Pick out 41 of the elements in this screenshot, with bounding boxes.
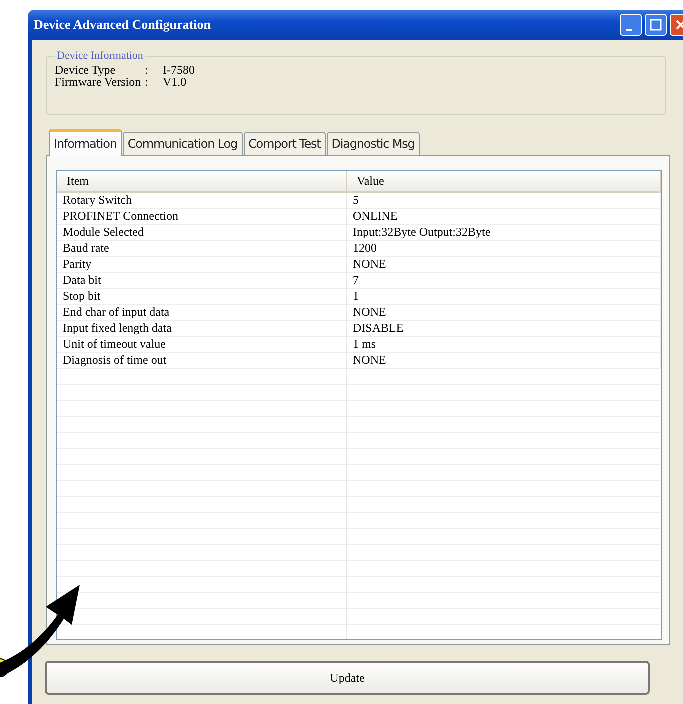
table-cell: Diagnosis of time out [57,353,347,368]
maximize-icon [650,19,662,31]
group-title: Device Information [56,50,144,62]
table-cell: Module Selected [57,225,347,240]
table-cell: Input fixed length data [57,321,347,336]
table-cell: 1200 [347,241,661,256]
table-cell: Rotary Switch [57,193,347,208]
table-cell: Stop bit [57,289,347,304]
table-cell: 7 [347,273,661,288]
field-label: Device Type [55,64,117,76]
field-value: I-7580 [163,64,196,76]
table-cell: NONE [347,305,661,320]
column-header[interactable]: Value [347,171,661,191]
tab[interactable]: Comport Test [244,132,326,156]
tab[interactable]: Information [49,129,122,156]
field-separator: : [145,76,150,88]
table-cell: Unit of timeout value [57,337,347,352]
column-header[interactable]: Item [57,171,347,191]
table-cell: Data bit [57,273,347,288]
field-value: V1.0 [163,76,188,88]
maximize-button[interactable] [645,14,667,36]
table-cell: Baud rate [57,241,347,256]
table-cell: Parity [57,257,347,272]
minimize-button[interactable] [620,14,642,36]
table-cell: 1 [347,289,661,304]
field-label: Firmware Version [55,76,142,88]
table-cell: ONLINE [347,209,661,224]
window-title: Device Advanced Configuration [34,17,211,33]
table-cell: End char of input data [57,305,347,320]
minimize-icon [626,29,632,31]
field-separator: : [145,64,150,76]
table-cell: NONE [347,353,661,368]
table-cell: NONE [347,257,661,272]
table-cell: 5 [347,193,661,208]
tab[interactable]: Communication Log [122,132,243,156]
table-cell: PROFINET Connection [57,209,347,224]
table-cell: 1 ms [347,337,661,352]
table-cell: Input:32Byte Output:32Byte [347,225,661,240]
table-cell: DISABLE [347,321,661,336]
tab[interactable]: Diagnostic Msg [326,132,420,156]
update-button[interactable]: Update [45,661,650,695]
